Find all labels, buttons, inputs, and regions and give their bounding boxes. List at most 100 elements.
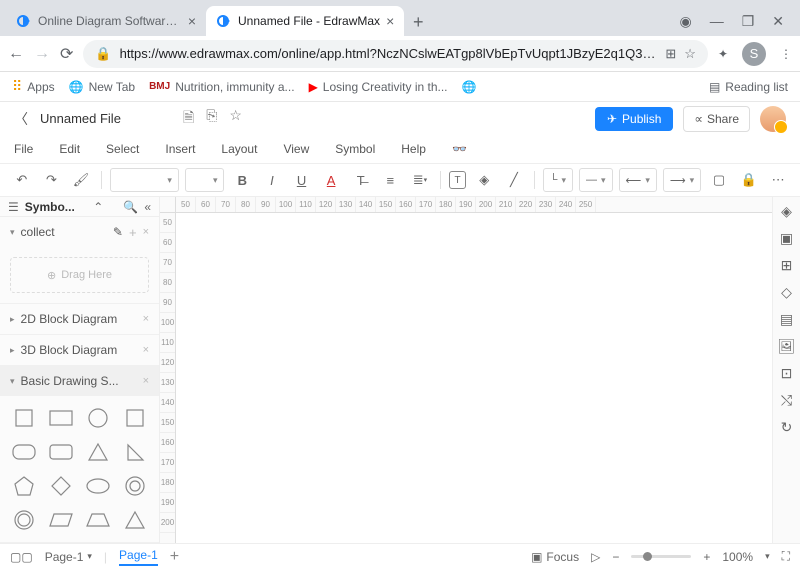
fill-panel-icon[interactable]: ◈ [781, 203, 792, 220]
text-tool-icon[interactable]: T [449, 171, 467, 189]
lock-icon[interactable]: 🔒 [737, 168, 761, 192]
section-collect-head[interactable]: ▾ collect ✎ + × [0, 217, 159, 247]
more-tools-icon[interactable]: ⋯ [766, 168, 790, 192]
zoom-out-button[interactable]: − [612, 550, 619, 564]
section-2d-block-head[interactable]: ▸ 2D Block Diagram × [0, 304, 159, 334]
filename[interactable]: Unnamed File [40, 111, 121, 126]
shape-ring[interactable] [120, 472, 151, 500]
close-window-icon[interactable]: ✕ [772, 13, 784, 30]
drag-here-zone[interactable]: ⊕ Drag Here [10, 257, 149, 293]
share-button[interactable]: ∝Share [683, 106, 750, 132]
shadow-icon[interactable]: ▢ [707, 168, 731, 192]
minimize-icon[interactable]: — [710, 13, 724, 30]
shape-ellipse[interactable] [83, 472, 114, 500]
menu-help[interactable]: Help [401, 142, 426, 156]
shape-pentagon[interactable] [8, 472, 39, 500]
line-style-select[interactable]: —▾ [579, 168, 613, 192]
arrow-start-select[interactable]: ⟵▾ [619, 168, 657, 192]
fullscreen-icon[interactable]: ⛶ [782, 549, 790, 564]
canvas[interactable] [176, 213, 772, 543]
apps-shortcut[interactable]: ⠿Apps [12, 78, 55, 95]
connector-type-select[interactable]: └▾ [543, 168, 573, 192]
shape-triangle[interactable] [83, 438, 114, 466]
shape-square-2[interactable] [120, 404, 151, 432]
ruler-vertical[interactable]: 5060708090100110120130140150160170180190… [160, 213, 176, 543]
arrow-end-select[interactable]: ⟶▾ [663, 168, 701, 192]
image-panel-icon[interactable]: 🖼 [778, 338, 796, 355]
add-page-button[interactable]: + [170, 548, 179, 566]
browser-tab[interactable]: Online Diagram Software - EdrawMax × [6, 6, 206, 36]
shape-right-triangle[interactable] [120, 438, 151, 466]
focus-mode-button[interactable]: ▣Focus [531, 550, 579, 564]
page-select[interactable]: Page-1▾ [45, 550, 92, 564]
line-spacing-icon[interactable]: ≣▾ [408, 168, 432, 192]
kebab-menu-icon[interactable]: ⋮ [780, 47, 792, 61]
shape-rect[interactable] [45, 404, 76, 432]
zoom-slider[interactable] [631, 555, 691, 558]
glasses-icon[interactable]: 👓 [452, 142, 467, 156]
line-tool-icon[interactable]: ╱ [502, 168, 526, 192]
favorite-icon[interactable]: ☆ [229, 107, 242, 131]
shape-trapezoid[interactable] [83, 506, 114, 534]
zoom-in-button[interactable]: + [703, 550, 710, 564]
shape-triangle-2[interactable] [120, 506, 151, 534]
tab-close-icon[interactable]: × [188, 13, 196, 29]
bookmark-globe[interactable]: 🌐 [462, 80, 477, 94]
fill-icon[interactable]: ◈ [472, 168, 496, 192]
page-layout-icon[interactable]: ▢▢ [10, 550, 33, 564]
chevron-up-icon[interactable]: ⌃ [93, 200, 103, 214]
save-icon[interactable]: 🗎 [183, 107, 194, 131]
new-tab-button[interactable]: + [404, 8, 432, 36]
page-panel-icon[interactable]: ▣ [780, 230, 793, 247]
bookmark-bmj[interactable]: BMJNutrition, immunity a... [149, 80, 295, 94]
chromecast-icon[interactable]: ◉ [679, 13, 691, 30]
close-icon[interactable]: × [143, 226, 149, 238]
shape-parallelogram[interactable] [45, 506, 76, 534]
app-back-icon[interactable]: 〈 [14, 109, 28, 129]
stack-icon[interactable]: ☰ [8, 200, 19, 214]
properties-panel-icon[interactable]: ⊡ [781, 365, 793, 382]
shape-square[interactable] [8, 404, 39, 432]
profile-avatar[interactable]: S [742, 42, 766, 66]
font-color-icon[interactable]: A [319, 168, 343, 192]
comments-panel-icon[interactable]: ▤ [780, 311, 793, 328]
underline-icon[interactable]: U [290, 168, 314, 192]
export-icon[interactable]: ⎘ [206, 107, 217, 131]
publish-button[interactable]: ✈Publish [595, 107, 673, 131]
menu-symbol[interactable]: Symbol [335, 142, 375, 156]
align-icon[interactable]: ≡ [379, 168, 403, 192]
star-icon[interactable]: ☆ [684, 46, 696, 62]
user-avatar[interactable] [760, 106, 786, 132]
chevron-down-icon[interactable]: ▾ [765, 551, 770, 562]
close-icon[interactable]: × [143, 313, 149, 325]
shape-rounded-rect[interactable] [8, 438, 39, 466]
menu-select[interactable]: Select [106, 142, 139, 156]
bold-icon[interactable]: B [230, 168, 254, 192]
strikethrough-icon[interactable]: T̶ [349, 168, 373, 192]
reading-list-button[interactable]: ▤Reading list [709, 80, 788, 94]
history-panel-icon[interactable]: ↻ [781, 419, 793, 436]
maximize-icon[interactable]: ❐ [742, 13, 755, 30]
reload-icon[interactable]: ⟳ [60, 44, 73, 64]
grid-panel-icon[interactable]: ⊞ [781, 257, 793, 274]
section-3d-block-head[interactable]: ▸ 3D Block Diagram × [0, 335, 159, 365]
bookmark-yt[interactable]: ▶Losing Creativity in th... [309, 80, 448, 94]
nav-back-icon[interactable]: ← [8, 45, 24, 63]
menu-edit[interactable]: Edit [59, 142, 80, 156]
close-icon[interactable]: × [143, 375, 149, 387]
presentation-icon[interactable]: ▷ [591, 550, 600, 564]
qr-icon[interactable]: ⊞ [665, 46, 676, 62]
shape-rounded-rect-2[interactable] [45, 438, 76, 466]
menu-insert[interactable]: Insert [165, 142, 195, 156]
undo-icon[interactable]: ↶ [10, 168, 34, 192]
format-painter-icon[interactable]: 🖌 [69, 168, 93, 192]
font-family-select[interactable]: ▾ [110, 168, 179, 192]
url-input[interactable]: 🔒 https://www.edrawmax.com/online/app.ht… [83, 40, 708, 68]
italic-icon[interactable]: I [260, 168, 284, 192]
shape-diamond[interactable] [45, 472, 76, 500]
shape-double-circle[interactable] [8, 506, 39, 534]
shape-circle[interactable] [83, 404, 114, 432]
tab-close-icon[interactable]: × [386, 13, 394, 29]
ruler-horizontal[interactable]: 5060708090100110120130140150160170180190… [176, 197, 772, 213]
page-tab[interactable]: Page-1 [119, 548, 158, 566]
